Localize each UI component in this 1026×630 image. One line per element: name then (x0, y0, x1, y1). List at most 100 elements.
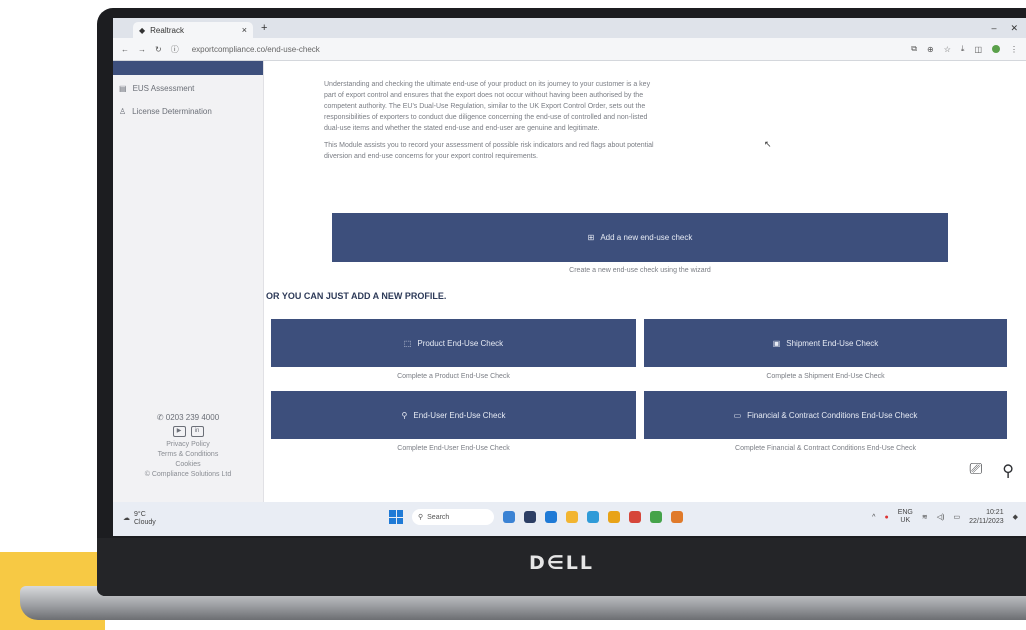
address-bar-row: ← → ↻ ⓘ exportcompliance.co/end-use-chec… (113, 38, 1026, 61)
mouse-cursor-icon: ↖ (764, 139, 772, 149)
person-icon: ♙ (119, 107, 127, 116)
sidebar-item-active[interactable] (113, 61, 263, 75)
zoom-icon[interactable]: ⊕ (927, 45, 934, 54)
add-end-use-check-button[interactable]: ⊞ Add a new end-use check (332, 213, 948, 262)
address-bar-icons: ⧉ ⊕ ☆ ⤓ ◫ ⋮ (911, 44, 1018, 54)
shipment-check-button[interactable]: ▣ Shipment End-Use Check (644, 319, 1007, 367)
copyright-text: © Compliance Solutions Ltd (144, 471, 232, 478)
youtube-icon[interactable]: ▶ (172, 426, 186, 437)
notification-icon[interactable]: ◆ (1013, 513, 1018, 521)
search-placeholder: Search (427, 513, 450, 521)
add-check-caption: Create a new end-use check using the wiz… (569, 267, 711, 274)
sidebar-contact: ✆ 0203 239 4000 ▶ in Privacy Policy Term… (113, 413, 263, 480)
forward-icon[interactable]: → (138, 45, 146, 54)
window-controls: – ✕ (991, 23, 1018, 34)
button-label: End-User End-Use Check (413, 410, 506, 420)
clock-time: 10:21 (986, 509, 1004, 516)
sidebar-item-label: EUS Assessment (132, 84, 195, 93)
sidepanel-icon[interactable]: ◫ (974, 45, 982, 54)
app-icon-5[interactable] (671, 511, 683, 523)
magnifier-icon[interactable]: ⚲ (1002, 461, 1014, 481)
system-tray: ^ ● ENG UK ≋ ◁) ▭ 10:21 22/11/2023 ◆ (872, 508, 1018, 526)
region-code: UK (900, 517, 911, 524)
chevron-up-icon[interactable]: ^ (872, 514, 875, 521)
weather-desc: Cloudy (134, 519, 156, 526)
favicon-icon: ◆ (139, 25, 146, 35)
chrome-icon[interactable] (650, 511, 662, 523)
weather-widget[interactable]: ☁ 9°C Cloudy (123, 511, 203, 527)
sidebar-item-license-determination[interactable]: ♙ License Determination (113, 102, 263, 121)
sidebar-item-eus-assessment[interactable]: ▤ EUS Assessment (113, 79, 263, 98)
sidebar-item-label: License Determination (132, 107, 212, 116)
product-check-button[interactable]: ⬚ Product End-Use Check (271, 319, 636, 367)
terms-link[interactable]: Terms & Conditions (113, 450, 263, 460)
web-page: ▤ EUS Assessment ♙ License Determination… (113, 61, 1026, 502)
financial-contract-check-caption: Complete Financial & Contract Conditions… (735, 445, 916, 452)
end-user-check-button[interactable]: ⚲ End-User End-Use Check (271, 391, 636, 439)
weather-temp: 9°C (134, 511, 146, 518)
screen-icon[interactable]: ⎚ (969, 461, 982, 481)
intro-text: Understanding and checking the ultimate … (324, 79, 654, 168)
cookies-link[interactable]: Cookies (113, 460, 263, 470)
language-code: ENG (897, 509, 913, 516)
edge-icon[interactable] (587, 511, 599, 523)
wifi-icon[interactable]: ≋ (922, 513, 928, 521)
tab-close-icon[interactable]: × (242, 25, 247, 35)
laptop-screen: ◆ Realtrack × + – ✕ ← → ↻ ⓘ exportcompli… (113, 18, 1026, 536)
reload-icon[interactable]: ↻ (155, 45, 162, 54)
browser-tab[interactable]: ◆ Realtrack × (133, 22, 253, 38)
security-icon[interactable]: ● (884, 514, 888, 521)
search-icon: ⚲ (418, 514, 424, 521)
intro-paragraph: Understanding and checking the ultimate … (324, 81, 651, 132)
app-icon-1[interactable] (524, 511, 536, 523)
url-field[interactable]: exportcompliance.co/end-use-check (192, 45, 320, 54)
main-content: Understanding and checking the ultimate … (264, 61, 1026, 502)
brand-logo: D∈LL (528, 552, 595, 574)
bookmark-star-icon[interactable]: ☆ (944, 45, 951, 54)
button-label: Financial & Contract Conditions End-Use … (747, 410, 918, 420)
start-button[interactable] (389, 510, 403, 524)
button-label: Shipment End-Use Check (786, 338, 879, 348)
clock[interactable]: 10:21 22/11/2023 (969, 508, 1004, 526)
linkedin-icon[interactable]: in (190, 426, 204, 437)
back-icon[interactable]: ← (121, 45, 129, 54)
browser-tab-bar: ◆ Realtrack × + – ✕ (113, 18, 1026, 38)
button-label: Add a new end-use check (600, 233, 693, 242)
shipment-icon: ▣ (772, 338, 781, 348)
user-icon: ⚲ (401, 410, 408, 420)
cloud-icon: ☁ (123, 515, 130, 522)
contract-icon: ▭ (733, 410, 742, 420)
button-label: Product End-Use Check (417, 338, 504, 348)
box-icon: ⬚ (403, 338, 412, 348)
phone-row: ✆ 0203 239 4000 (113, 413, 263, 423)
app-icon-2[interactable] (545, 511, 557, 523)
site-info-icon[interactable]: ⓘ (171, 44, 179, 55)
volume-icon[interactable]: ◁) (937, 513, 945, 521)
sidebar: ▤ EUS Assessment ♙ License Determination… (113, 61, 264, 502)
taskbar-search[interactable]: ⚲ Search (412, 509, 494, 525)
file-explorer-icon[interactable] (566, 511, 578, 523)
tab-title: Realtrack (150, 25, 184, 35)
chart-icon: ▤ (119, 84, 127, 93)
app-icon-3[interactable] (608, 511, 620, 523)
product-check-caption: Complete a Product End-Use Check (397, 373, 510, 380)
task-view-icon[interactable] (503, 511, 515, 523)
phone-number[interactable]: 0203 239 4000 (166, 413, 219, 422)
taskbar-center: ⚲ Search (389, 509, 683, 525)
battery-icon[interactable]: ▭ (953, 513, 960, 521)
close-window-button[interactable]: ✕ (1010, 23, 1018, 34)
financial-contract-check-button[interactable]: ▭ Financial & Contract Conditions End-Us… (644, 391, 1007, 439)
menu-kebab-icon[interactable]: ⋮ (1010, 45, 1018, 54)
taskbar: ☁ 9°C Cloudy ⚲ Search ^ ● ENG UK ≋ ◁) ▭ … (113, 502, 1026, 536)
new-tab-icon[interactable]: + (261, 22, 267, 34)
or-heading: OR YOU CAN JUST ADD A NEW PROFILE. (266, 291, 447, 301)
app-icon-4[interactable] (629, 511, 641, 523)
download-icon[interactable]: ⤓ (961, 44, 965, 54)
shipment-check-caption: Complete a Shipment End-Use Check (766, 373, 885, 380)
profile-avatar[interactable] (992, 45, 1000, 53)
install-icon[interactable]: ⧉ (911, 44, 917, 54)
privacy-link[interactable]: Privacy Policy (113, 440, 263, 450)
language-indicator[interactable]: ENG UK (898, 509, 913, 525)
intro-paragraph: This Module assists you to record your a… (324, 142, 654, 160)
minimize-button[interactable]: – (991, 23, 996, 34)
